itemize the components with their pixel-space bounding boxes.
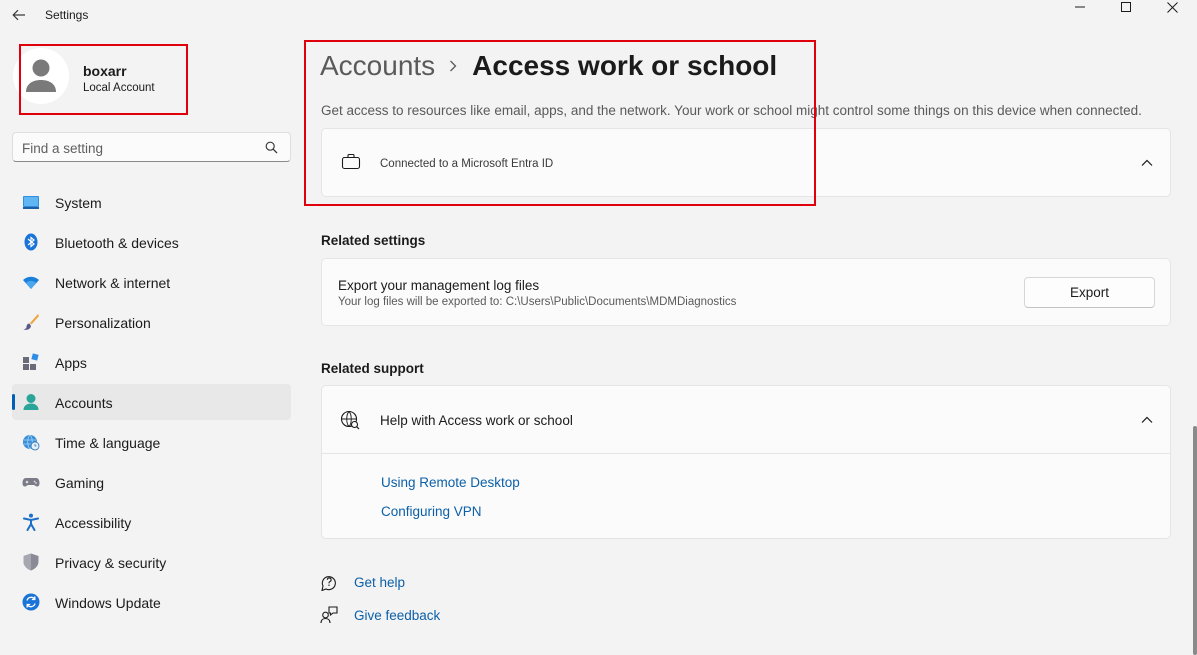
accounts-icon [23,394,39,410]
chevron-up-icon[interactable] [1140,415,1154,425]
related-support-heading: Related support [321,361,424,376]
chevron-up-icon[interactable] [1140,158,1154,168]
accessibility-icon [23,513,39,531]
sidebar-item-network[interactable]: Network & internet [12,264,291,300]
search-icon [265,141,278,154]
maximize-button[interactable] [1103,0,1149,14]
give-feedback-icon [320,606,338,624]
sidebar-item-privacy[interactable]: Privacy & security [12,544,291,580]
sidebar-item-windows-update[interactable]: Windows Update [12,584,291,620]
sidebar-item-personalization[interactable]: Personalization [12,304,291,340]
related-support-card: Help with Access work or school Using Re… [321,385,1171,539]
paintbrush-icon [23,314,39,330]
title-bar: Settings [0,0,1197,30]
globe-search-icon [340,410,360,430]
minimize-button[interactable] [1057,0,1103,14]
system-icon [23,196,39,209]
bluetooth-icon [24,233,38,251]
globe-clock-icon [23,434,40,451]
sidebar-item-gaming[interactable]: Gaming [12,464,291,500]
export-logs-card: Export your management log files Your lo… [321,258,1171,326]
search-box[interactable] [12,132,291,162]
shield-icon [23,553,39,571]
wifi-icon [23,276,39,289]
related-settings-heading: Related settings [321,233,426,248]
close-button[interactable] [1149,0,1195,14]
back-arrow-icon [12,9,25,21]
sidebar-item-accounts[interactable]: Accounts [12,384,291,420]
sidebar-item-bluetooth[interactable]: Bluetooth & devices [12,224,291,260]
app-title: Settings [45,8,89,22]
link-using-remote-desktop[interactable]: Using Remote Desktop [381,475,520,490]
get-help-link[interactable]: Get help [354,575,405,590]
sidebar-item-system[interactable]: System [12,184,291,220]
highlight-box-main [304,40,816,206]
help-expander-header[interactable]: Help with Access work or school [322,386,1170,454]
export-button[interactable]: Export [1024,277,1155,308]
sidebar-item-accessibility[interactable]: Accessibility [12,504,291,540]
close-icon [1166,1,1178,13]
back-button[interactable] [10,6,28,24]
sidebar-item-apps[interactable]: Apps [12,344,291,380]
export-logs-path: Your log files will be exported to: C:\U… [338,296,737,308]
update-icon [22,593,40,611]
search-input[interactable] [22,138,262,158]
maximize-icon [1121,2,1131,12]
get-help-icon [321,576,336,591]
give-feedback-link[interactable]: Give feedback [354,608,440,623]
apps-icon [23,353,39,370]
sidebar-item-time-language[interactable]: Time & language [12,424,291,460]
link-configuring-vpn[interactable]: Configuring VPN [381,504,482,519]
highlight-box-profile [19,44,188,115]
help-expander-title: Help with Access work or school [380,413,573,428]
minimize-icon [1075,6,1085,8]
export-logs-title: Export your management log files [338,278,540,293]
sidebar-nav: System Bluetooth & devices Network & int… [12,184,291,624]
gamepad-icon [22,478,40,487]
scrollbar-thumb[interactable] [1193,426,1197,655]
